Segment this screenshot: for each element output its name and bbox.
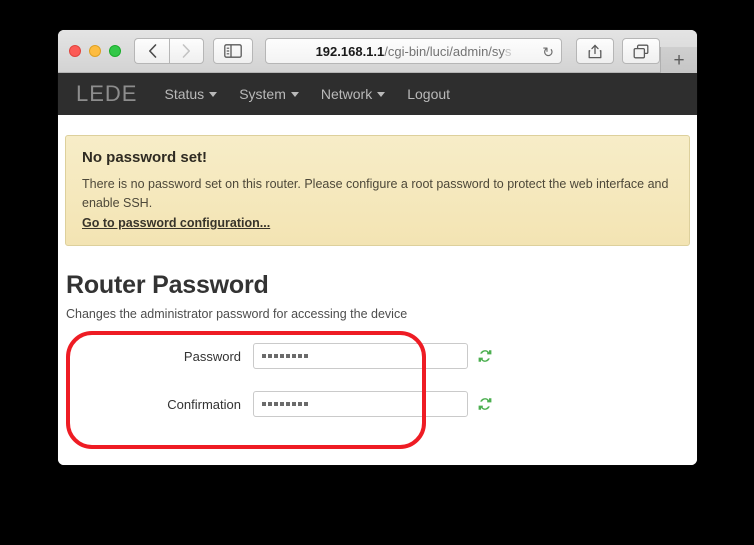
page-content: No password set! There is no password se…	[58, 115, 697, 465]
show-tabs-button[interactable]	[622, 38, 660, 64]
confirmation-input[interactable]	[253, 391, 468, 417]
alert-body: There is no password set on this router.…	[82, 177, 669, 210]
url-host: 192.168.1.1	[315, 43, 385, 59]
confirmation-label: Confirmation	[167, 396, 241, 412]
nav-item-network-label: Network	[320, 86, 373, 102]
nav-item-status[interactable]: Status	[164, 86, 218, 102]
url-truncated: s	[504, 43, 512, 59]
sidebar-icon	[224, 44, 242, 58]
sidebar-toggle-button[interactable]	[213, 38, 253, 64]
router-password-form: Password Confirmation	[66, 331, 689, 449]
nav-item-network[interactable]: Network	[320, 86, 386, 102]
router-password-section: Router Password Changes the administrato…	[65, 271, 690, 449]
tabs-icon	[633, 44, 649, 58]
password-reveal-icon[interactable]	[477, 348, 493, 364]
browser-window: 192.168.1.1/cgi-bin/luci/admin/sys ↻ + L…	[58, 30, 697, 465]
confirmation-field-row: Confirmation	[66, 391, 689, 417]
password-reveal-icon[interactable]	[477, 396, 493, 412]
address-bar-url: 192.168.1.1/cgi-bin/luci/admin/sys	[316, 44, 512, 59]
nav-item-status-label: Status	[164, 86, 205, 102]
nav-item-system[interactable]: System	[239, 86, 299, 102]
password-masked-value	[262, 354, 308, 358]
page-title: Router Password	[66, 271, 269, 299]
password-field-row: Password	[66, 343, 689, 369]
go-to-password-configuration-link[interactable]: Go to password configuration...	[82, 216, 673, 230]
forward-button[interactable]	[169, 38, 204, 64]
chevron-down-icon	[290, 91, 299, 97]
chevron-down-icon	[377, 91, 386, 97]
confirmation-masked-value	[262, 402, 308, 406]
address-bar[interactable]: 192.168.1.1/cgi-bin/luci/admin/sys ↻	[265, 38, 562, 64]
password-input[interactable]	[253, 343, 468, 369]
window-controls	[69, 45, 121, 57]
page-subtitle: Changes the administrator password for a…	[66, 307, 408, 321]
chevron-down-icon	[209, 91, 218, 97]
password-label: Password	[183, 348, 241, 364]
back-button[interactable]	[134, 38, 169, 64]
nav-item-system-label: System	[239, 86, 286, 102]
chevron-right-icon	[182, 44, 190, 58]
maximize-window-button[interactable]	[109, 45, 121, 57]
share-button[interactable]	[576, 38, 614, 64]
new-tab-button[interactable]: +	[660, 47, 697, 73]
lede-navbar: LEDE Status System Network Logout	[58, 73, 697, 115]
share-icon	[588, 44, 602, 59]
minimize-window-button[interactable]	[89, 45, 101, 57]
nav-item-logout[interactable]: Logout	[407, 86, 450, 102]
no-password-alert: No password set! There is no password se…	[65, 135, 690, 246]
alert-title: No password set!	[82, 149, 208, 166]
browser-titlebar: 192.168.1.1/cgi-bin/luci/admin/sys ↻ +	[58, 30, 697, 73]
url-path: /cgi-bin/luci/admin/sy	[384, 43, 505, 59]
chevron-left-icon	[148, 44, 156, 58]
nav-item-logout-label: Logout	[407, 86, 451, 102]
lede-brand-logo[interactable]: LEDE	[76, 81, 137, 107]
close-window-button[interactable]	[69, 45, 81, 57]
reload-button[interactable]: ↻	[542, 43, 554, 61]
